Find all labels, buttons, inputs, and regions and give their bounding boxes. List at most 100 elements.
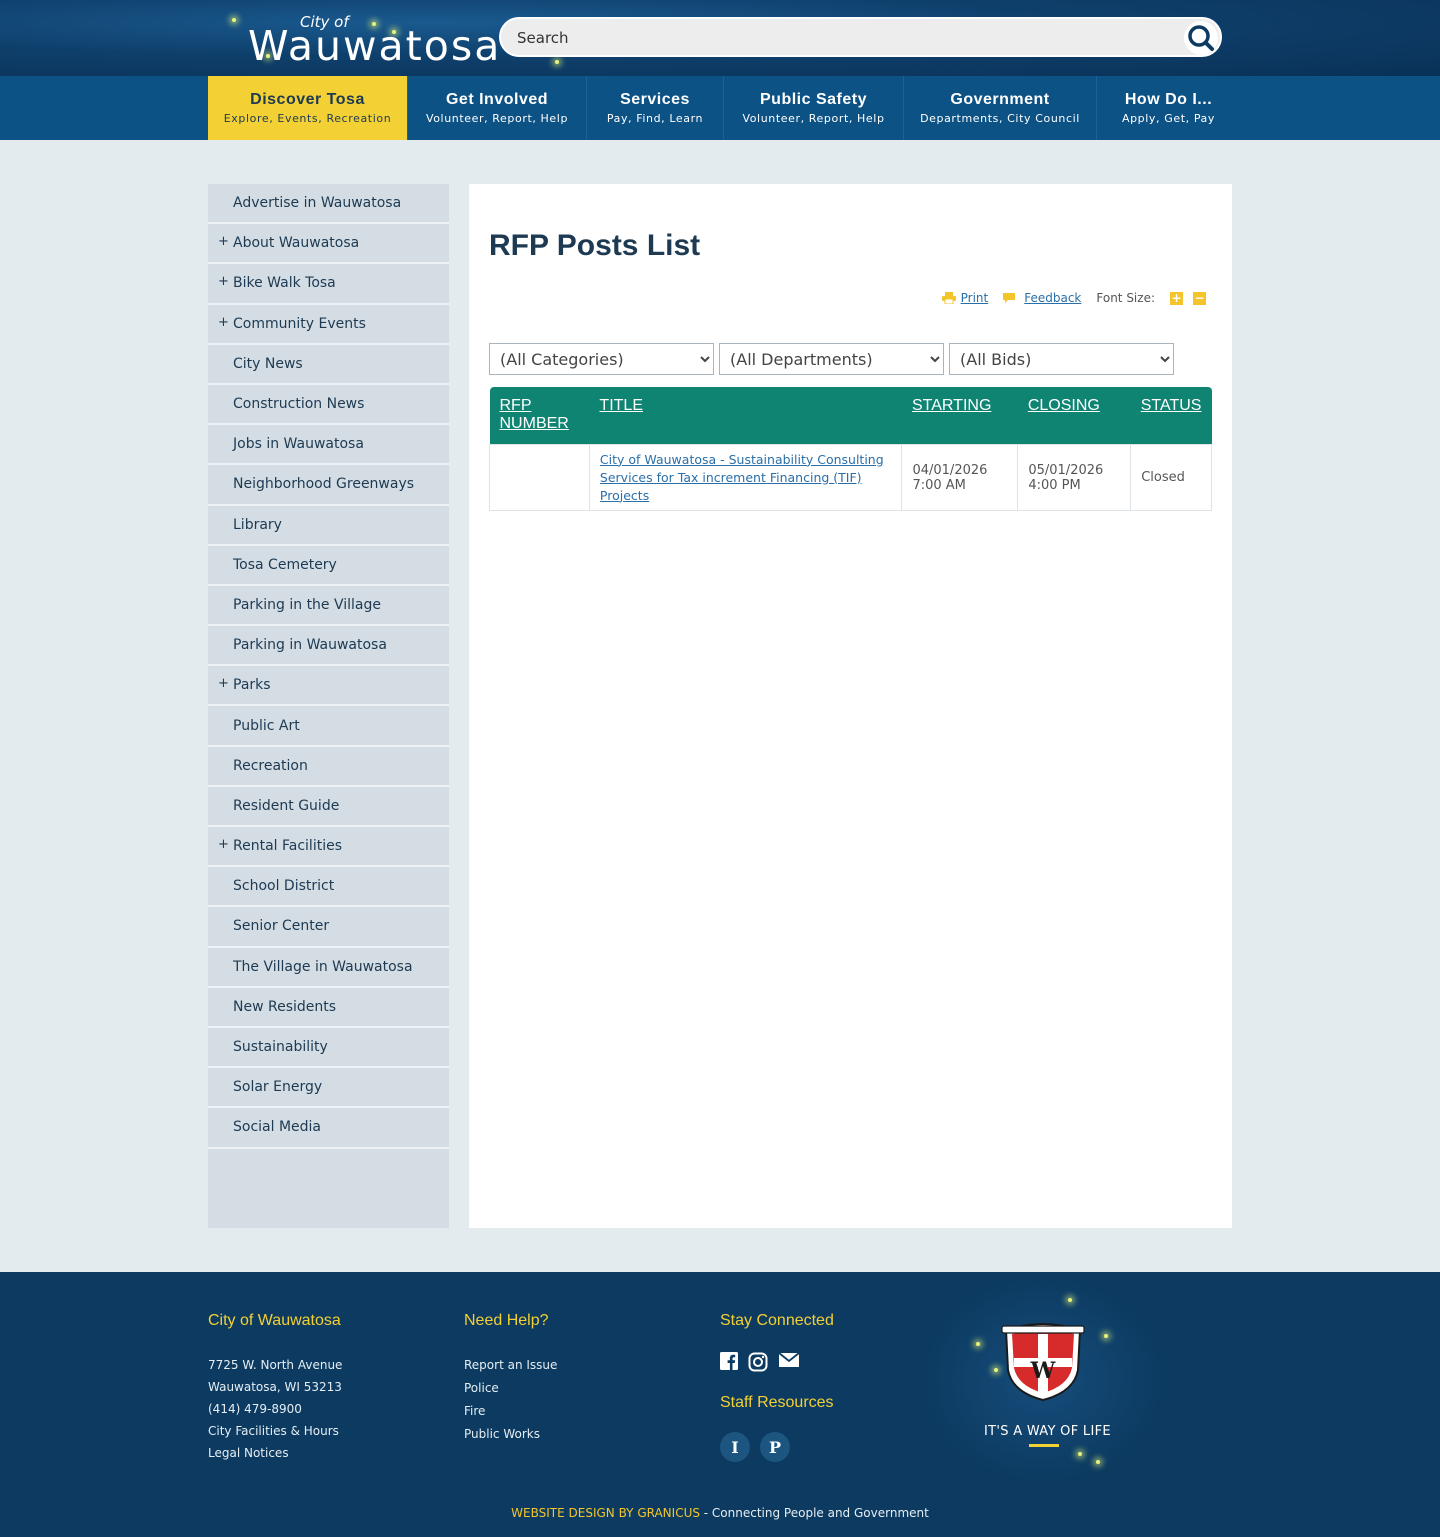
expand-plus-icon[interactable]: + xyxy=(218,315,229,330)
sidebar-item-label: About Wauwatosa xyxy=(233,235,360,252)
search-input[interactable] xyxy=(517,26,1157,50)
sidebar-item[interactable]: Sustainability xyxy=(208,1028,449,1069)
social-links xyxy=(720,1352,834,1372)
sidebar-item[interactable]: Jobs in Wauwatosa xyxy=(208,425,449,466)
font-decrease-button[interactable]: − xyxy=(1193,291,1206,305)
header-closing-label: CLOSING xyxy=(1027,397,1100,414)
sidebar-item[interactable]: Solar Energy xyxy=(208,1068,449,1109)
header-starting-label: STARTING xyxy=(911,397,992,414)
nav-item-5[interactable]: How Do I... Apply, Get, Pay xyxy=(1097,76,1240,140)
header-closing[interactable]: CLOSING xyxy=(1017,387,1131,445)
footer-help-link[interactable]: Fire xyxy=(464,1400,557,1423)
sidebar-item[interactable]: Advertise in Wauwatosa xyxy=(208,184,449,225)
bids-select[interactable]: (All Bids) xyxy=(949,343,1174,375)
sidebar-item[interactable]: + About Wauwatosa xyxy=(208,224,449,265)
feedback-tool[interactable]: Feedback xyxy=(1002,291,1081,305)
rfp-title-link[interactable]: City of Wauwatosa - Sustainability Consu… xyxy=(600,452,884,503)
sidebar-item[interactable]: City News xyxy=(208,345,449,385)
footer-help-link[interactable]: Report an Issue xyxy=(464,1354,557,1377)
sidebar-item[interactable]: Senior Center xyxy=(208,907,449,948)
sidebar-item[interactable]: New Residents xyxy=(208,988,449,1028)
category-select[interactable]: (All Categories) xyxy=(489,343,714,375)
sidebar-item[interactable]: Parking in Wauwatosa xyxy=(208,626,449,667)
nav-item-1[interactable]: Get Involved Volunteer, Report, Help xyxy=(408,76,587,140)
sidebar-item-label: Parks xyxy=(233,677,271,694)
department-select[interactable]: (All Departments) xyxy=(719,343,944,375)
credit-text: - Connecting People and Government xyxy=(699,1506,929,1520)
sidebar-item-label: School District xyxy=(233,878,335,895)
header-rfp-number[interactable]: RFP NUMBER xyxy=(489,387,590,445)
filter-bar: (All Categories) (All Departments) (All … xyxy=(489,343,1179,375)
nav-item-0[interactable]: Discover Tosa Explore, Events, Recreation xyxy=(208,76,408,140)
sidebar-item[interactable]: Parking in the Village xyxy=(208,586,449,627)
expand-plus-icon[interactable]: + xyxy=(218,234,229,249)
instagram-icon xyxy=(748,1352,768,1372)
print-link[interactable]: Print xyxy=(961,291,989,305)
sidebar-item[interactable]: + Parks xyxy=(208,666,449,707)
staff-resource-button[interactable]: P xyxy=(760,1432,790,1462)
staff-resource-button[interactable]: I xyxy=(720,1432,750,1462)
tagline-underline xyxy=(1029,1444,1059,1447)
footer-credits: WEBSITE DESIGN BY GRANICUS - Connecting … xyxy=(0,1506,1440,1520)
expand-plus-icon[interactable]: + xyxy=(218,837,229,852)
expand-plus-icon[interactable]: + xyxy=(218,274,229,289)
granicus-link[interactable]: WEBSITE DESIGN BY GRANICUS xyxy=(511,1506,700,1520)
sidebar-item[interactable]: Construction News xyxy=(208,385,449,426)
sidebar-item[interactable]: The Village in Wauwatosa xyxy=(208,948,449,988)
font-increase-button[interactable]: + xyxy=(1170,291,1183,305)
footer-staff-heading: Staff Resources xyxy=(720,1394,834,1411)
footer-help-link[interactable]: Police xyxy=(464,1377,557,1400)
search-box xyxy=(499,17,1222,57)
close-time: 4:00 PM xyxy=(1028,477,1081,493)
sidebar-item-label: Senior Center xyxy=(233,918,330,935)
sidebar-item-label: The Village in Wauwatosa xyxy=(233,958,413,975)
sidebar-item[interactable]: Social Media xyxy=(208,1108,449,1149)
cell-starting: 04/01/2026 7:00 AM xyxy=(901,444,1019,511)
instagram-link[interactable] xyxy=(748,1352,768,1372)
sidebar-item[interactable]: Library xyxy=(208,506,449,546)
header-rfp-number-line2: NUMBER xyxy=(499,415,569,432)
footer-city-line[interactable]: City Facilities & Hours xyxy=(208,1420,342,1442)
search-icon xyxy=(1188,25,1214,51)
expand-plus-icon[interactable]: + xyxy=(218,676,229,691)
nav-item-2[interactable]: Services Pay, Find, Learn xyxy=(587,76,724,140)
header-title-label: TITLE xyxy=(599,397,643,414)
header-status[interactable]: STATUS xyxy=(1130,387,1212,445)
print-tool[interactable]: Print xyxy=(941,291,989,305)
nav-item-subtitle: Departments, City Council xyxy=(920,112,1080,125)
footer-city-line: (414) 479-8900 xyxy=(208,1402,302,1416)
sidebar-item[interactable]: + Rental Facilities xyxy=(208,827,449,868)
sidebar-item[interactable]: Public Art xyxy=(208,706,449,747)
nav-item-subtitle: Pay, Find, Learn xyxy=(606,112,704,125)
footer-city-line: Wauwatosa, WI 53213 xyxy=(208,1380,342,1394)
sidebar-item[interactable]: Resident Guide xyxy=(208,787,449,827)
page-tools: Print Feedback Font Size: + − xyxy=(928,291,1206,305)
email-link[interactable] xyxy=(778,1352,800,1372)
sidebar-item[interactable]: + Community Events xyxy=(208,305,449,345)
sidebar-item-label: Library xyxy=(233,516,282,533)
sidebar-item-label: Public Art xyxy=(233,717,300,734)
facebook-link[interactable] xyxy=(720,1352,738,1372)
sidebar-item-label: Recreation xyxy=(233,757,308,774)
header-title[interactable]: TITLE xyxy=(589,387,902,445)
tagline: IT'S A WAY OF LIFE xyxy=(984,1424,1111,1439)
nav-item-3[interactable]: Public Safety Volunteer, Report, Help xyxy=(724,76,904,140)
city-logo[interactable]: City of Wauwatosa xyxy=(248,10,508,70)
footer-city-line[interactable]: Legal Notices xyxy=(208,1442,342,1464)
feedback-link[interactable]: Feedback xyxy=(1024,291,1081,305)
footer-help-link[interactable]: Public Works xyxy=(464,1423,557,1446)
city-seal-icon: W xyxy=(1001,1323,1085,1402)
sidebar-item[interactable]: Tosa Cemetery xyxy=(208,546,449,586)
search-button[interactable] xyxy=(1184,21,1218,55)
header-starting[interactable]: STARTING xyxy=(901,387,1018,445)
sidebar-item[interactable]: + Bike Walk Tosa xyxy=(208,264,449,305)
sidebar-item-label: Jobs in Wauwatosa xyxy=(233,436,364,453)
sidebar-item-label: Community Events xyxy=(233,315,366,332)
sidebar-item[interactable]: Recreation xyxy=(208,747,449,787)
sidebar-item-label: Bike Walk Tosa xyxy=(233,275,336,292)
start-time: 7:00 AM xyxy=(912,477,966,493)
nav-item-title: Get Involved xyxy=(445,91,549,108)
sidebar-item[interactable]: Neighborhood Greenways xyxy=(208,465,449,506)
nav-item-4[interactable]: Government Departments, City Council xyxy=(904,76,1097,140)
sidebar-item[interactable]: School District xyxy=(208,867,449,908)
